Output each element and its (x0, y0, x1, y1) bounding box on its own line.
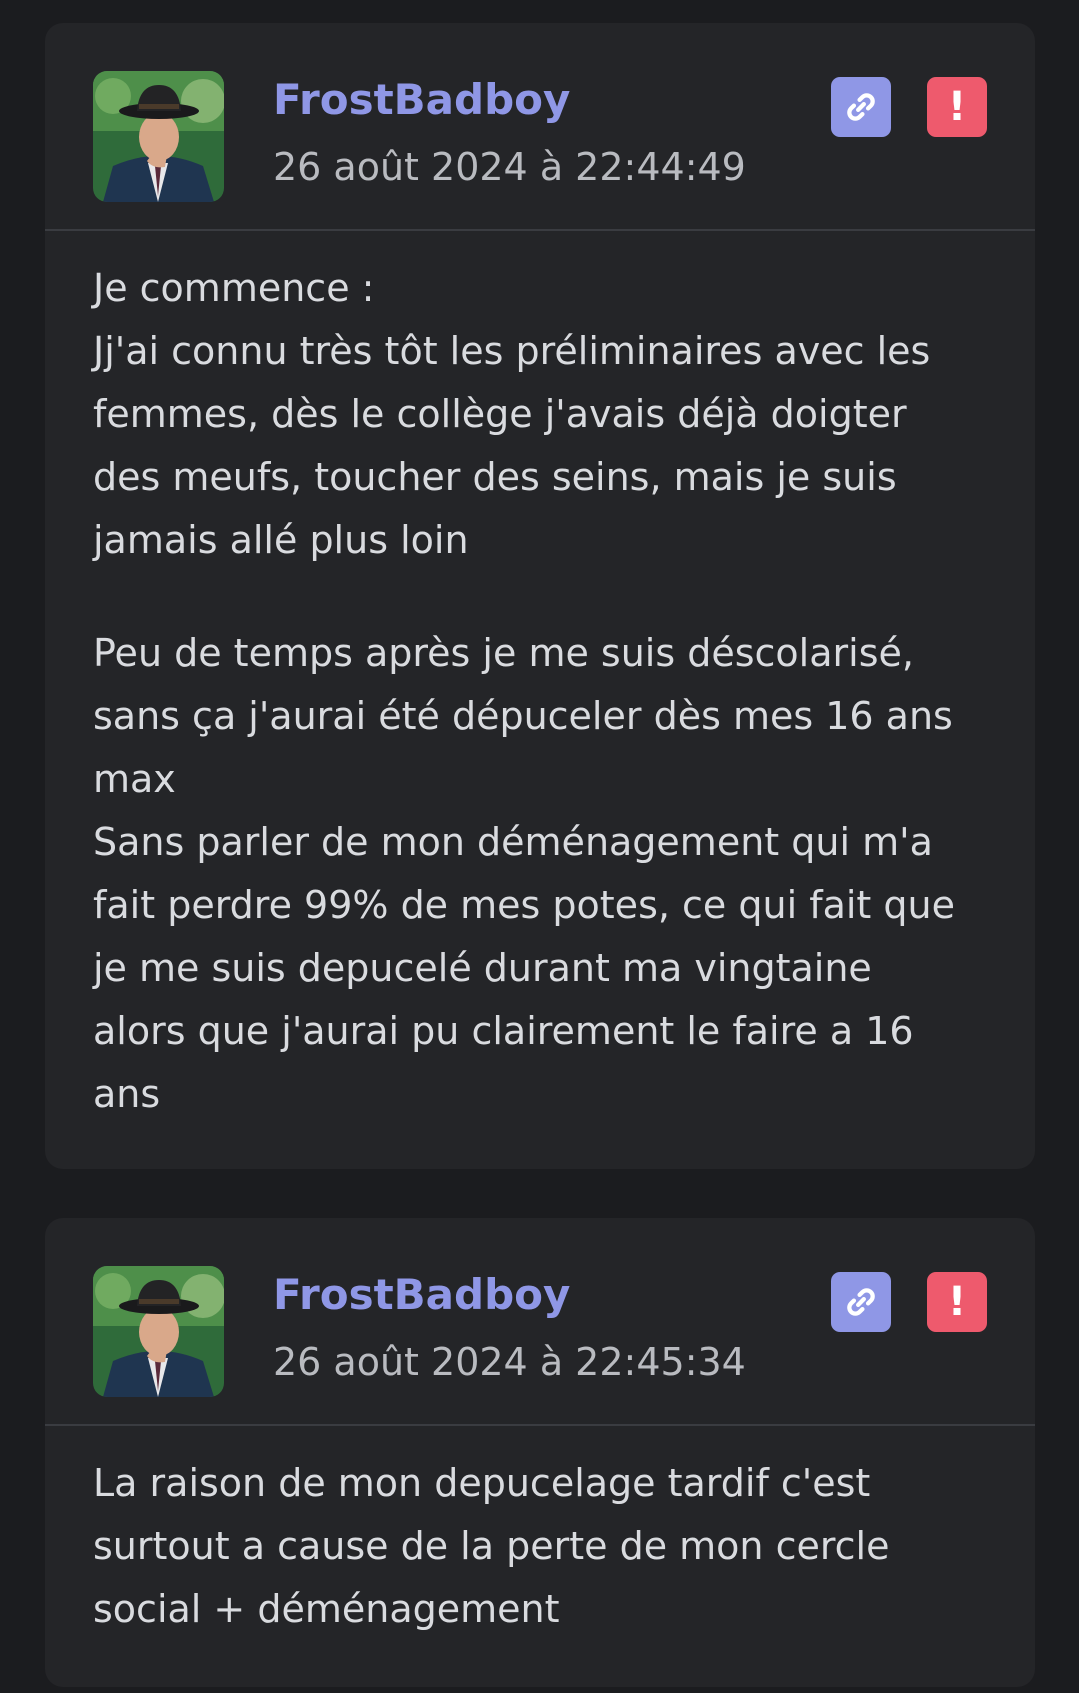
avatar-image (93, 1266, 224, 1397)
text-line: jamais allé plus loin (93, 518, 469, 562)
paragraph: Je commence : Jj'ai connu très tôt les p… (93, 257, 987, 572)
post-feed: FrostBadboy 26 août 2024 à 22:44:49 ! Je… (0, 0, 1079, 1693)
avatar[interactable] (93, 71, 224, 202)
text-line: fait perdre 99% de mes potes, ce qui fai… (93, 883, 955, 927)
text-line: sans ça j'aurai été dépuceler dès mes 16… (93, 694, 953, 738)
permalink-button[interactable] (831, 77, 891, 137)
text-line: Je commence : (93, 266, 375, 310)
author-name[interactable]: FrostBadboy (273, 75, 570, 124)
text-line: surtout a cause de la perte de mon cercl… (93, 1524, 890, 1568)
link-icon (847, 1288, 875, 1316)
text-line: La raison de mon depucelage tardif c'est (93, 1461, 871, 1505)
avatar-image (93, 71, 224, 202)
post-header: FrostBadboy 26 août 2024 à 22:45:34 ! (45, 1218, 1035, 1426)
text-line: je me suis depucelé durant ma vingtaine (93, 946, 872, 990)
post-date: 26 août 2024 à 22:45:34 (273, 1340, 746, 1384)
post-content: Je commence : Jj'ai connu très tôt les p… (45, 231, 1035, 1126)
text-line: social + déménagement (93, 1587, 560, 1631)
text-line: Sans parler de mon déménagement qui m'a (93, 820, 933, 864)
forum-post: FrostBadboy 26 août 2024 à 22:44:49 ! Je… (45, 23, 1035, 1169)
paragraph: Peu de temps après je me suis déscolaris… (93, 622, 987, 1126)
text-line: Jj'ai connu très tôt les préliminaires a… (93, 329, 931, 373)
exclamation-icon: ! (947, 1279, 967, 1325)
text-line: alors que j'aurai pu clairement le faire… (93, 1009, 914, 1053)
post-content: La raison de mon depucelage tardif c'est… (45, 1426, 1035, 1641)
permalink-button[interactable] (831, 1272, 891, 1332)
text-line: des meufs, toucher des seins, mais je su… (93, 455, 897, 499)
text-line: femmes, dès le collège j'avais déjà doig… (93, 392, 907, 436)
exclamation-icon: ! (947, 84, 967, 130)
report-button[interactable]: ! (927, 1272, 987, 1332)
link-icon (847, 93, 875, 121)
text-line: Peu de temps après je me suis déscolaris… (93, 631, 914, 675)
text-line: ans (93, 1072, 161, 1116)
paragraph: La raison de mon depucelage tardif c'est… (93, 1452, 987, 1641)
report-button[interactable]: ! (927, 77, 987, 137)
post-date: 26 août 2024 à 22:44:49 (273, 145, 746, 189)
avatar[interactable] (93, 1266, 224, 1397)
author-name[interactable]: FrostBadboy (273, 1270, 570, 1319)
post-header: FrostBadboy 26 août 2024 à 22:44:49 ! (45, 23, 1035, 231)
text-line: max (93, 757, 176, 801)
forum-post: FrostBadboy 26 août 2024 à 22:45:34 ! La… (45, 1218, 1035, 1687)
